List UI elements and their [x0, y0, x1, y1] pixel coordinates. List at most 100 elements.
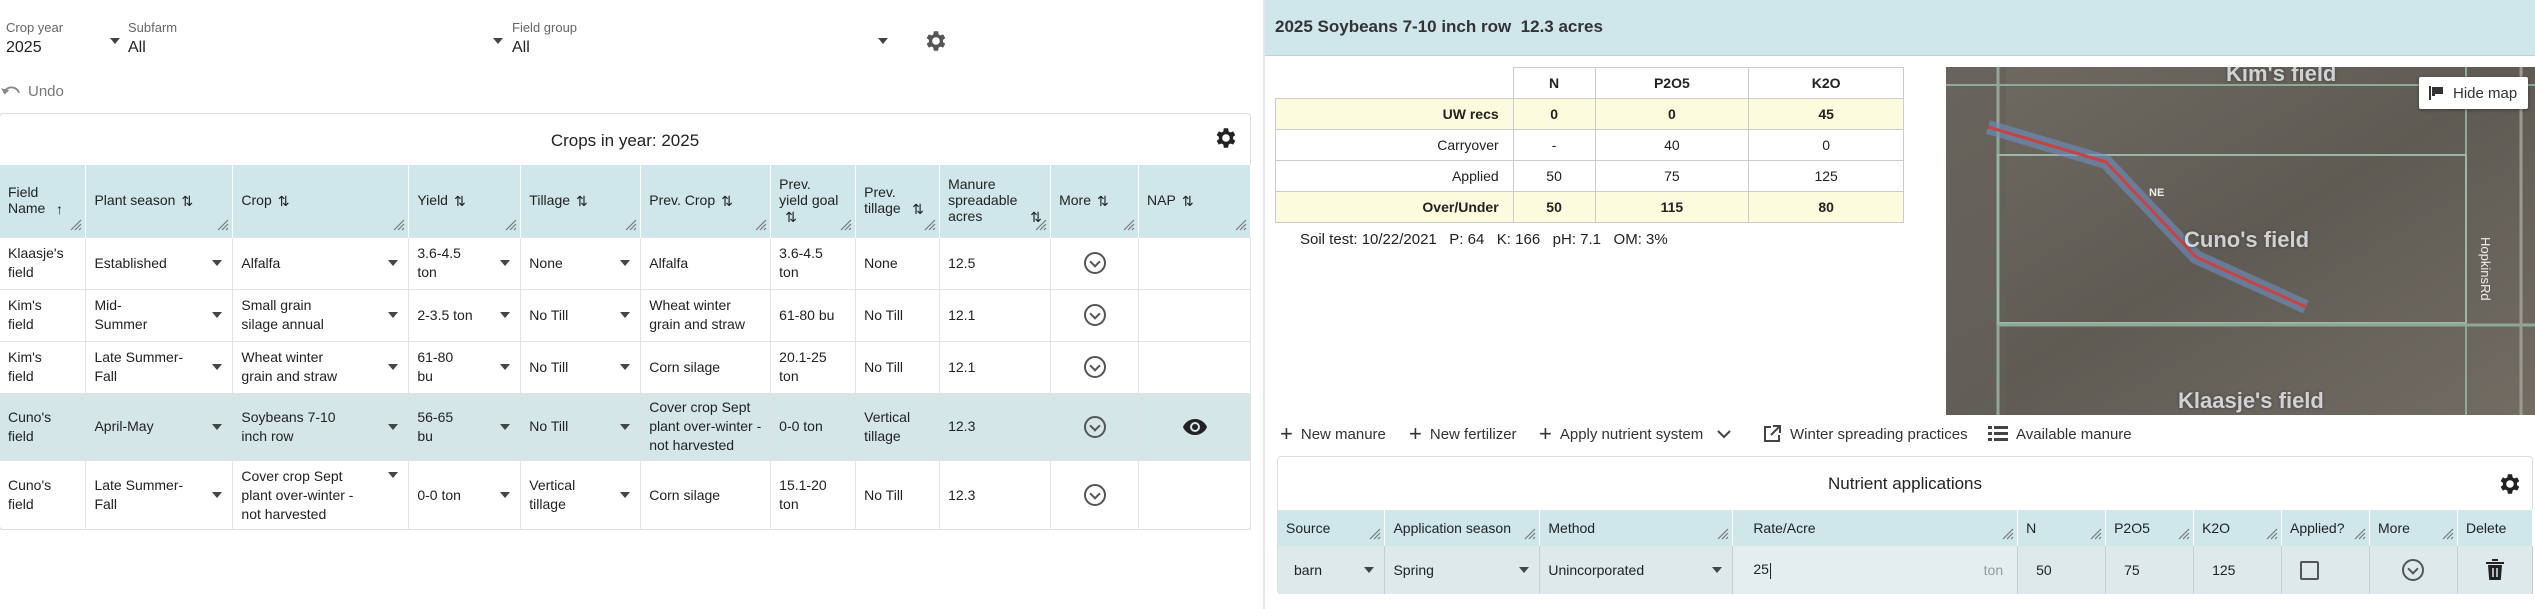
crop-year-select[interactable]: Crop year 2025 [6, 20, 120, 60]
tillage-select[interactable]: None [520, 236, 642, 289]
table-row[interactable]: Kim's field Mid-Summer Small grain silag… [0, 288, 1251, 341]
source-select[interactable]: barn [1278, 546, 1386, 594]
undo-button[interactable]: Undo [0, 80, 64, 102]
col-prev-crop[interactable]: Prev. Crop ⇅ [640, 165, 772, 237]
delete-button[interactable] [2457, 546, 2534, 594]
rate-input[interactable]: 25 ton [1732, 546, 2019, 594]
resize-handle-icon[interactable] [623, 217, 637, 231]
available-manure-button[interactable]: Available manure [1988, 422, 2132, 446]
more-button[interactable] [1050, 340, 1140, 393]
applied-checkbox-cell[interactable] [2281, 546, 2370, 594]
expand-circle-icon [2402, 559, 2425, 581]
col-manure-acres[interactable]: Manure spreadable acres ⇅ [939, 165, 1052, 237]
application-row[interactable]: barn Spring Unincorporated 25 ton 50 75 … [1278, 546, 2534, 594]
tillage-select[interactable]: No Till [520, 340, 642, 393]
new-fertilizer-button[interactable]: + New fertilizer [1409, 422, 1517, 446]
crop-select[interactable]: Wheat winter grain and straw [232, 340, 410, 393]
new-manure-button[interactable]: + New manure [1280, 422, 1386, 446]
chevron-down-icon [388, 312, 399, 318]
resize-handle-icon[interactable] [391, 217, 405, 231]
col-rate-acre[interactable]: Rate/Acre [1732, 510, 2019, 546]
field-map[interactable]: Kim's field Cuno's field Klaasje's field… [1946, 67, 2535, 415]
resize-handle-icon[interactable] [922, 217, 936, 231]
resize-handle-icon[interactable] [1033, 217, 1047, 231]
resize-handle-icon[interactable] [838, 217, 852, 231]
resize-handle-icon[interactable] [2440, 526, 2454, 540]
col-field-name[interactable]: Field Name ↑ [0, 165, 87, 237]
tillage-select[interactable]: No Till [520, 288, 642, 341]
resize-handle-icon[interactable] [2088, 526, 2102, 540]
resize-handle-icon[interactable] [1367, 526, 1381, 540]
resize-handle-icon[interactable] [753, 217, 767, 231]
table-row[interactable]: Kim's field Late Summer-Fall Wheat winte… [0, 340, 1251, 393]
tillage-select[interactable]: Vertical tillage [520, 459, 642, 530]
resize-handle-icon[interactable] [68, 217, 82, 231]
col-k2o[interactable]: K2O [2193, 510, 2283, 546]
col-n[interactable]: N [2017, 510, 2107, 546]
resize-handle-icon[interactable] [503, 217, 517, 231]
col-source[interactable]: Source [1278, 510, 1386, 546]
crops-table-settings-gear-icon[interactable] [1212, 125, 1238, 151]
application-season-select[interactable]: Spring [1384, 546, 1541, 594]
yield-select[interactable]: 56-65 bu [408, 392, 522, 460]
plant-season-select[interactable]: Late Summer-Fall [85, 340, 234, 393]
yield-select[interactable]: 2-3.5 ton [408, 288, 522, 341]
more-button[interactable] [1050, 459, 1140, 530]
chevron-down-icon [500, 492, 511, 499]
subfarm-select[interactable]: Subfarm All [128, 20, 508, 60]
method-select[interactable]: Unincorporated [1539, 546, 1734, 594]
col-prev-yield-goal[interactable]: Prev. yield goal⇅ [770, 165, 857, 237]
list-icon [1988, 426, 2008, 441]
crop-select[interactable]: Cover crop Sept plant over-winter - not … [232, 459, 410, 530]
table-row[interactable]: Klaasje's field Established Alfalfa 3.6-… [0, 236, 1251, 289]
crop-select[interactable]: Alfalfa [232, 236, 410, 289]
resize-handle-icon[interactable] [1233, 217, 1247, 231]
apply-nutrient-system-button[interactable]: + Apply nutrient system [1539, 422, 1731, 446]
resize-handle-icon[interactable] [1522, 526, 1536, 540]
col-crop[interactable]: Crop ⇅ [232, 165, 410, 237]
crop-select[interactable]: Small grain silage annual [232, 288, 410, 341]
winter-spreading-link[interactable]: Winter spreading practices [1762, 422, 1968, 446]
col-plant-season[interactable]: Plant season ⇅ [85, 165, 234, 237]
table-row-selected[interactable]: Cuno's field April-May Soybeans 7-10 inc… [0, 392, 1251, 460]
table-row[interactable]: Cuno's field Late Summer-Fall Cover crop… [0, 459, 1251, 530]
col-p2o5[interactable]: P2O5 [2105, 510, 2195, 546]
applied-checkbox[interactable] [2300, 560, 2320, 580]
resize-handle-icon[interactable] [1715, 526, 1729, 540]
plant-season-select[interactable]: Late Summer-Fall [85, 459, 234, 530]
more-button[interactable] [1050, 288, 1140, 341]
tillage-select[interactable]: No Till [520, 392, 642, 460]
yield-select[interactable]: 0-0 ton [408, 459, 522, 530]
resize-handle-icon[interactable] [2264, 526, 2278, 540]
col-application-season[interactable]: Application season [1384, 510, 1541, 546]
col-more[interactable]: More [2369, 510, 2458, 546]
more-button[interactable] [1050, 392, 1140, 460]
nap-view-button[interactable] [1138, 392, 1251, 460]
filter-settings-gear-icon[interactable] [922, 28, 948, 54]
hide-map-button[interactable]: Hide map [2419, 77, 2528, 109]
resize-handle-icon[interactable] [2176, 526, 2190, 540]
resize-handle-icon[interactable] [215, 217, 229, 231]
col-method[interactable]: Method [1539, 510, 1734, 546]
plant-season-select[interactable]: Established [85, 236, 234, 289]
applications-settings-gear-icon[interactable] [2496, 471, 2522, 497]
col-tillage[interactable]: Tillage ⇅ [520, 165, 642, 237]
col-nap[interactable]: NAP ⇅ [1138, 165, 1251, 237]
pane-divider[interactable] [1263, 0, 1265, 609]
more-button[interactable] [2369, 546, 2458, 594]
more-button[interactable] [1050, 236, 1140, 289]
plant-season-select[interactable]: April-May [85, 392, 234, 460]
col-applied[interactable]: Applied? [2281, 510, 2370, 546]
resize-handle-icon[interactable] [1121, 217, 1135, 231]
col-yield[interactable]: Yield ⇅ [408, 165, 522, 237]
crop-select[interactable]: Soybeans 7-10 inch row [232, 392, 410, 460]
plant-season-select[interactable]: Mid-Summer [85, 288, 234, 341]
resize-handle-icon[interactable] [2000, 526, 2014, 540]
resize-handle-icon[interactable] [2352, 526, 2366, 540]
yield-select[interactable]: 61-80 bu [408, 340, 522, 393]
col-more[interactable]: More ⇅ [1050, 165, 1140, 237]
field-group-select[interactable]: Field group All [512, 20, 890, 60]
yield-select[interactable]: 3.6-4.5 ton [408, 236, 522, 289]
col-prev-tillage[interactable]: Prev. tillage ⇅ [855, 165, 941, 237]
expand-circle-icon [1083, 356, 1106, 378]
